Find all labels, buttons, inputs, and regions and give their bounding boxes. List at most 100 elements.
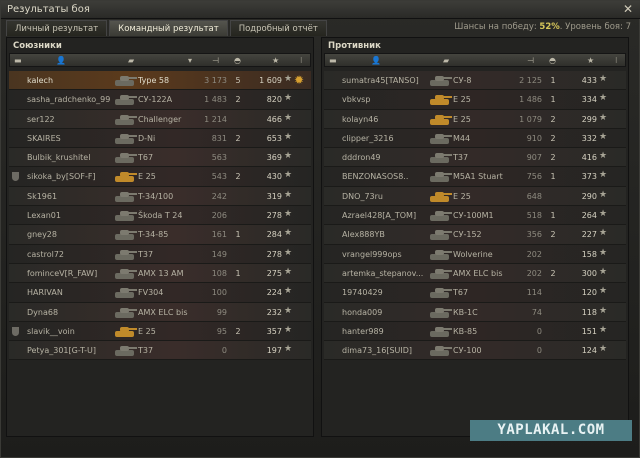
tank-name: Challenger <box>138 114 182 124</box>
player-name: Petya_301[G-T-U] <box>27 346 96 356</box>
tank-name: FV304 <box>138 288 164 298</box>
player-name: vbkvsp <box>342 95 371 105</box>
tank-icon <box>428 208 452 223</box>
tank-name: M44 <box>453 133 471 143</box>
player-name: dddron49 <box>342 153 381 163</box>
table-row[interactable]: fominceV[R_FAW] AMX 13 AM 108 1 275 ★ <box>9 263 311 284</box>
xp-column-icon[interactable]: ★ <box>272 56 279 65</box>
tank-name: D-Ni <box>138 133 156 143</box>
damage-value: 1 079 <box>519 114 542 124</box>
table-row[interactable]: honda009 КВ-1С 74 118 ★ <box>324 302 626 322</box>
player-name: sumatra45[TANSO] <box>342 76 419 85</box>
frags-value: 5 <box>235 76 241 85</box>
player-name: sikoka_by[SOF-F] <box>27 172 96 182</box>
table-row[interactable]: kalech Type 58 3 173 5 1 609 ★ ✹ <box>9 71 311 91</box>
table-row[interactable]: Lexan01 Škoda T 24 206 278 ★ <box>9 206 311 226</box>
table-row[interactable]: Dyna68 AMX ELC bis 99 232 ★ <box>9 302 311 322</box>
xp-value: 224 <box>266 288 282 298</box>
sort-chevron-down-icon: ▾ <box>188 56 193 65</box>
table-row[interactable]: Alex888YB СУ-152 356 2 227 ★ <box>324 225 626 245</box>
star-icon: ★ <box>284 344 293 355</box>
tank-icon <box>113 150 137 165</box>
damage-value: 518 <box>526 211 542 221</box>
table-row[interactable]: sasha_radchenko_99 СУ-122А 1 483 2 820 ★ <box>9 90 311 110</box>
star-icon: ★ <box>284 305 293 316</box>
allies-panel: Союзники ▬ 👤 ▰ ▾ ⊣ ◓ ★ ⁝ kalech Type 58 3 … <box>6 37 314 437</box>
table-row[interactable]: kolayn46 E 25 1 079 2 299 ★ <box>324 109 626 129</box>
damage-column-icon[interactable]: ⊣ <box>527 56 534 65</box>
tank-icon <box>428 73 452 88</box>
close-icon[interactable]: ✕ <box>621 3 635 16</box>
damage-column-icon[interactable]: ⊣ <box>212 56 219 65</box>
table-row[interactable]: vrangel999ops Wolverine 202 158 ★ <box>324 244 626 264</box>
table-row[interactable]: slavik__voin E 25 95 2 357 ★ <box>9 321 311 342</box>
table-row[interactable]: dddron49 T37 907 2 416 ★ <box>324 148 626 168</box>
table-row[interactable]: artemka_stepanov... AMX ELC bis 202 2 300 ★ <box>324 263 626 284</box>
xp-column-icon[interactable]: ★ <box>587 56 594 65</box>
table-row[interactable]: SKAIRES D-Ni 831 2 653 ★ <box>9 128 311 149</box>
tank-name: СУ-152 <box>453 230 482 240</box>
frags-value: 1 <box>550 211 556 221</box>
table-row[interactable]: DNO_73ru E 25 648 290 ★ <box>324 186 626 207</box>
damage-value: 356 <box>526 230 542 240</box>
table-row[interactable]: Azrael428[A_TOM] СУ-100М1 518 1 264 ★ <box>324 206 626 226</box>
table-row[interactable]: ser122 Challenger 1 214 466 ★ <box>9 109 311 129</box>
table-row[interactable]: gney28 T-34-85 161 1 284 ★ <box>9 225 311 245</box>
table-row[interactable]: Sk1961 T-34/100 242 319 ★ <box>9 186 311 207</box>
table-row[interactable]: BENZONASOS8.. M5A1 Stuart 756 1 373 ★ <box>324 167 626 187</box>
frags-value: 1 <box>235 230 241 240</box>
tank-icon <box>428 247 452 262</box>
player-name: vrangel999ops <box>342 249 402 259</box>
tank-icon <box>428 285 452 300</box>
clan-column-icon[interactable]: ▬ <box>14 56 22 65</box>
star-icon: ★ <box>284 286 293 297</box>
tank-icon <box>113 305 137 320</box>
player-column-icon[interactable]: 👤 <box>56 56 66 65</box>
clan-column-icon[interactable]: ▬ <box>329 56 337 65</box>
table-row[interactable]: dima73_16[SUID] СУ-100 0 124 ★ <box>324 341 626 361</box>
player-column-icon[interactable]: 👤 <box>371 56 381 65</box>
tank-name: E 25 <box>453 191 471 201</box>
damage-value: 149 <box>211 249 227 259</box>
tab-detailed-report[interactable]: Подробный отчёт <box>229 20 327 36</box>
star-icon: ★ <box>284 324 293 335</box>
frags-value: 2 <box>550 114 556 124</box>
table-row[interactable]: vbkvsp E 25 1 486 1 334 ★ <box>324 90 626 110</box>
xp-value: 275 <box>266 268 282 278</box>
frags-column-icon[interactable]: ◓ <box>234 56 241 65</box>
xp-value: 466 <box>266 114 282 124</box>
table-row[interactable]: 19740429 T67 114 120 ★ <box>324 283 626 303</box>
tank-icon <box>113 189 137 204</box>
player-name: 19740429 <box>342 288 383 298</box>
table-row[interactable]: HARIVAN FV304 100 224 ★ <box>9 283 311 303</box>
star-icon: ★ <box>284 170 293 181</box>
tank-icon <box>428 343 452 358</box>
table-row[interactable]: clipper_3216 M44 910 2 332 ★ <box>324 128 626 149</box>
tab-team-result[interactable]: Командный результат <box>109 20 228 36</box>
damage-value: 114 <box>526 288 542 298</box>
table-row[interactable]: castrol72 T37 149 278 ★ <box>9 244 311 264</box>
frags-column-icon[interactable]: ◓ <box>549 56 556 65</box>
tank-name: T-34-85 <box>138 230 169 240</box>
table-row[interactable]: Bulbik_krushitel T67 563 369 ★ <box>9 148 311 168</box>
medals-column-icon[interactable]: ⁝ <box>615 56 618 65</box>
tab-personal-result[interactable]: Личный результат <box>6 20 108 36</box>
medal-icon[interactable]: ✹ <box>294 73 304 87</box>
tank-icon <box>113 169 137 184</box>
damage-value: 0 <box>536 326 542 336</box>
frags-value: 1 <box>235 268 241 278</box>
tank-icon <box>113 324 137 339</box>
allies-title: Союзники <box>13 41 62 51</box>
medals-column-icon[interactable]: ⁝ <box>300 56 303 65</box>
star-icon: ★ <box>284 266 293 277</box>
table-row[interactable]: sumatra45[TANSO] СУ-8 2 125 1 433 ★ <box>324 71 626 91</box>
allies-column-header: ▬ 👤 ▰ ▾ ⊣ ◓ ★ ⁝ <box>9 53 311 67</box>
table-row[interactable]: sikoka_by[SOF-F] E 25 543 2 430 ★ <box>9 167 311 187</box>
table-row[interactable]: hanter989 КВ-85 0 151 ★ <box>324 321 626 342</box>
tank-column-icon[interactable]: ▰ <box>128 56 134 65</box>
damage-value: 108 <box>211 268 227 278</box>
table-row[interactable]: Petya_301[G-T-U] T37 0 197 ★ <box>9 341 311 361</box>
tank-column-icon[interactable]: ▰ <box>443 56 449 65</box>
player-name: ser122 <box>27 114 55 124</box>
damage-value: 206 <box>211 211 227 221</box>
